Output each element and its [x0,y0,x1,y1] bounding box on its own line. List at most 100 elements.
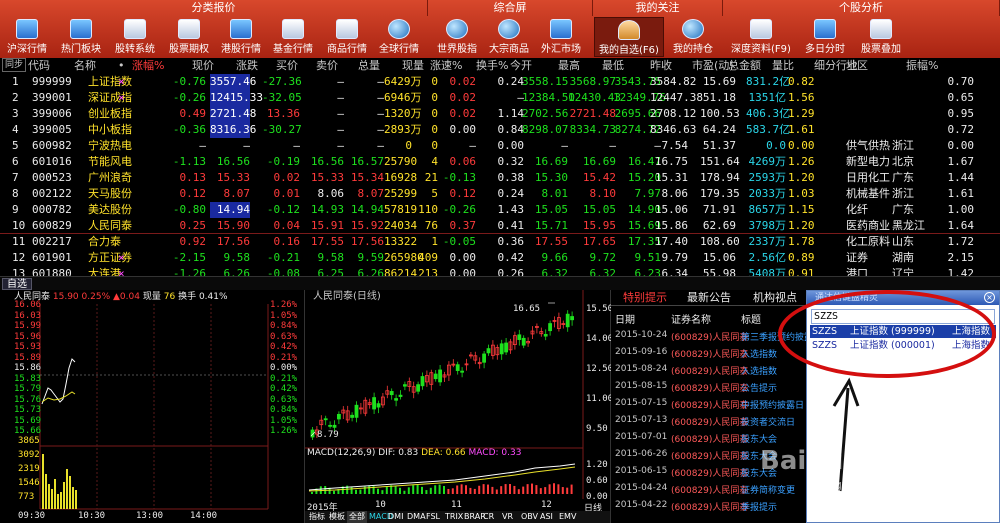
btn-shanghai-shenzhen[interactable]: 沪深行情 [2,17,52,57]
intraday-chart[interactable] [0,304,305,523]
group-composite-screen[interactable]: 综合屏 [428,0,593,16]
column-header[interactable]: 涨跌 [236,58,258,74]
table-row[interactable]: 12 601901 方正证券 × -2.15 9.58 -0.21 9.58 9.59 26598… [0,250,1000,266]
btn-deep-data[interactable]: 深度资料(F9) [728,17,794,57]
column-header[interactable]: 现量 [402,58,424,74]
table-row[interactable]: 9 000782 美达股份 -0.80 14.94 -0.12 14.93 14.94 5781… [0,202,1000,218]
table-cell: 8316.36 [210,122,257,138]
column-header[interactable]: 买价 [276,58,298,74]
news-title-link[interactable]: 公告提示 [741,381,777,394]
table-cell: 15.92 [350,219,384,232]
table-row[interactable]: 7 000523 广州浪奇 0.13 15.33 0.02 15.33 15.34 16928 2… [0,170,1000,186]
stock-name: 合力泰 [88,235,121,248]
table-cell: 14.94 [210,202,250,218]
table-row[interactable]: 10 600829 人民同泰 0.25 15.90 0.04 15.91 15.92 24034… [0,218,1000,234]
column-header[interactable]: 代码 [28,58,50,74]
tab-special-notice[interactable]: 特别提示 [623,290,667,306]
group-stock-analysis[interactable]: 个股分析 [723,0,1000,16]
table-cell: 406.3亿 [746,107,791,120]
btn-global-markets[interactable]: 全球行情 [374,17,424,57]
btn-my-watchlist[interactable]: 我的自选(F6) [594,17,664,57]
table-row[interactable]: 8 002122 天马股份 0.12 8.07 0.01 8.06 8.07 25299 5 0.1… [0,186,1000,202]
btn-bulk-commodities[interactable]: 大宗商品 [484,17,534,57]
column-header[interactable]: 量比 [772,58,794,74]
candle-body [376,403,381,408]
column-header[interactable]: 现价 [192,58,214,74]
btn-forex[interactable]: 外汇市场 [536,17,586,57]
news-title-link[interactable]: 季报提示 [741,500,777,513]
column-header[interactable]: 最高 [558,58,580,74]
indicator-tab[interactable]: 指标 [307,511,327,523]
group-my-watch[interactable]: 我的关注 [593,0,723,16]
btn-stock-options[interactable]: 股票期权 [164,17,214,57]
btn-my-holdings[interactable]: 我的持仓 [668,17,718,57]
stock-code: 002122 [32,187,72,200]
indicator-tab[interactable]: CR [481,511,496,523]
table-cell: – [377,123,384,136]
table-cell: 12415.33 [210,90,263,106]
btn-hot-sectors[interactable]: 热门板块 [56,17,106,57]
table-row[interactable]: 2 399001 深证成指 × -0.26 12415.33 -32.05– –6946万 0 0… [0,90,1000,106]
table-cell: 9.58 [223,251,251,264]
volume-tick: 1546 [18,478,40,488]
stock-code: 399006 [32,107,72,120]
column-header[interactable]: 最低 [602,58,624,74]
tab-latest-announcements[interactable]: 最新公告 [687,290,731,306]
column-header[interactable]: 卖价 [316,58,338,74]
indicator-tab[interactable]: VR [500,511,515,523]
candle-body [504,342,509,353]
btn-commodities[interactable]: 商品行情 [322,17,372,57]
btn-world-indices[interactable]: 世界股指 [432,17,482,57]
news-title-link[interactable]: 中报预约披露日 [741,398,804,411]
column-header[interactable]: 换手% [476,58,508,74]
column-header[interactable]: • [118,58,125,74]
tab-institution-views[interactable]: 机构视点 [753,290,797,306]
indicator-tab[interactable]: 模板 [327,511,347,523]
table-cell: 51.37 [702,139,736,152]
table-cell: 15.34 [350,171,384,184]
column-header[interactable]: 总量 [358,58,380,74]
column-header[interactable]: 总金额 [728,58,761,74]
column-header[interactable]: 振幅% [906,58,938,74]
pct-tick: 0.42% [270,342,298,352]
table-row[interactable]: 11 002217 合力泰 0.92 17.56 0.16 17.55 17.56 13322 1… [0,234,1000,250]
news-title-link[interactable]: 证券简称变更 [741,483,795,496]
btn-hk-stocks[interactable]: 港股行情 [216,17,266,57]
indicator-tab[interactable]: EMV [557,511,578,523]
sync-toggle[interactable]: 同步 [2,58,27,72]
news-title-link[interactable]: 入选指数 [741,347,777,360]
btn-neeq[interactable]: 股转系统 [110,17,160,57]
column-header[interactable]: 地区 [846,58,868,74]
tab-watchlist[interactable]: 自选 [2,278,32,290]
column-header[interactable]: 昨收 [650,58,672,74]
table-cell: – [337,123,344,136]
indicator-tab[interactable]: FSL [424,511,442,523]
table-cell: – [561,139,568,152]
column-header[interactable]: 涨速% [430,58,462,74]
btn-stock-overlay[interactable]: 股票叠加 [856,17,906,57]
column-header[interactable]: 今开 [510,58,532,74]
kline-chart[interactable] [305,290,611,499]
indicator-tab[interactable]: OBV [519,511,540,523]
close-icon[interactable]: × [984,292,995,303]
table-row[interactable]: 3 399006 创业板指 0.49 2721.48 13.36– –1320万 0 0.02 1… [0,106,1000,122]
indicator-tab[interactable]: ASI [538,511,555,523]
btn-funds[interactable]: 基金行情 [268,17,318,57]
table-cell: 409 [418,251,438,264]
table-row[interactable]: 6 601016 节能风电 -1.13 16.56 -0.19 16.56 16.57 2579… [0,154,1000,170]
table-row[interactable]: 5 600982 宁波热电 – – – – –0 0–0.00– – –7.54 51.37 0.0 0.… [0,138,1000,154]
group-category-quotes[interactable]: 分类报价 [0,0,428,16]
table-row[interactable]: 4 399005 中小板指 -0.36 8316.36 -30.27– –2893万 0 0.0… [0,122,1000,138]
table-cell: 15.33 [216,171,250,184]
table-cell: 0 [431,107,438,120]
table-row[interactable]: 1 999999 上证指数 × -0.76 3557.46 -27.36– –6429万 0 0.… [0,74,1000,90]
news-title-link[interactable]: 投资者交流日 [741,415,795,428]
indicator-tab[interactable]: DMI [386,511,405,523]
btn-multi-day[interactable]: 多日分时 [800,17,850,57]
column-header[interactable]: 涨幅% [132,58,164,74]
column-header[interactable]: 名称 [74,58,96,74]
indicator-tab[interactable]: 全部 [347,511,367,523]
news-title-link[interactable]: 入选指数 [741,364,777,377]
news-tabs: 特别提示 最新公告 机构视点 [611,290,809,306]
table-cell: – [337,107,344,120]
